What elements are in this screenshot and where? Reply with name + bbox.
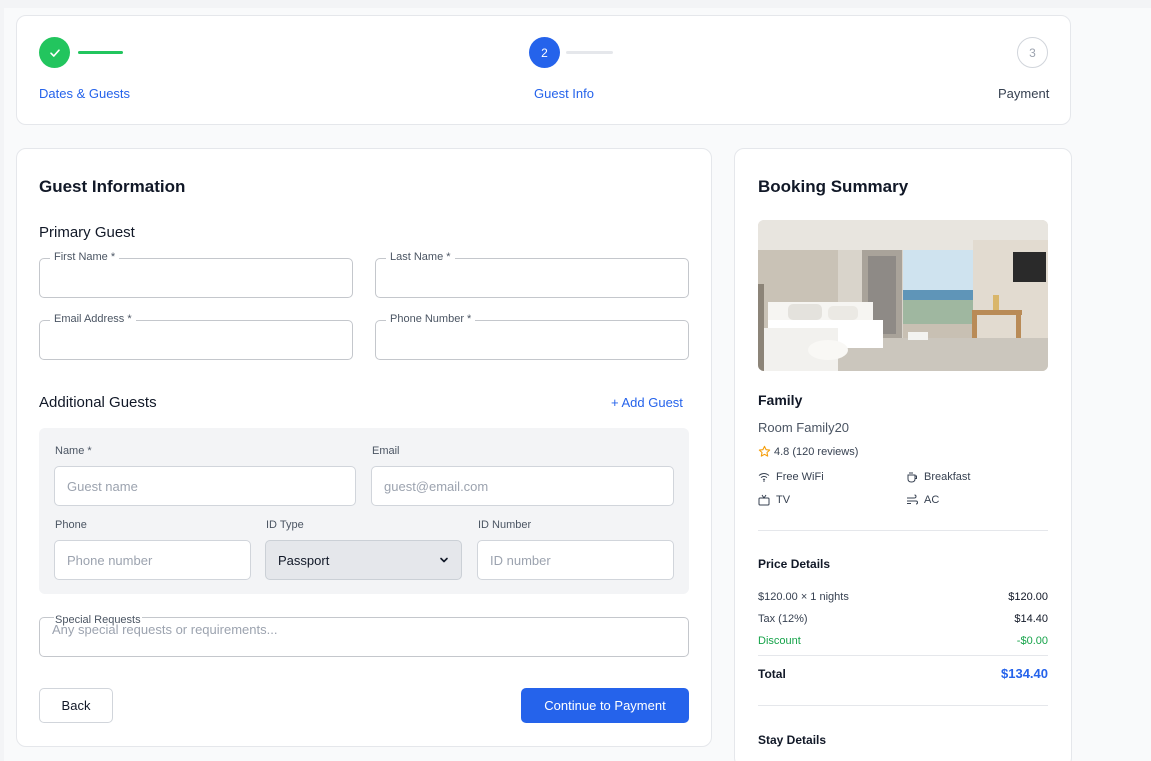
guest-email-label: Email [372, 445, 400, 457]
guest-email-input[interactable]: guest@email.com [371, 466, 674, 506]
step-1-complete[interactable] [39, 37, 70, 68]
step-2-marker[interactable]: 2 [529, 37, 560, 68]
amenity-tv-label: TV [776, 494, 791, 506]
price-details-title: Price Details [758, 557, 831, 571]
booking-summary-title: Booking Summary [758, 177, 909, 196]
guest-name-label: Name * [55, 445, 92, 457]
guest-name-input[interactable]: Guest name [54, 466, 356, 506]
room-type: Family [758, 392, 803, 408]
last-name-label: Last Name * [386, 251, 455, 263]
special-requests-placeholder: Any special requests or requirements... [52, 622, 278, 637]
amenity-ac-label: AC [924, 494, 940, 506]
chevron-down-icon [439, 555, 449, 565]
summary-divider [758, 530, 1048, 531]
back-button[interactable]: Back [39, 688, 113, 723]
first-name-field[interactable]: First Name * [39, 251, 353, 298]
id-type-value: Passport [278, 552, 330, 568]
total-value: $134.40 [1001, 666, 1048, 681]
total-label: Total [758, 667, 786, 681]
guest-info-title: Guest Information [39, 177, 186, 196]
email-label: Email Address * [50, 313, 136, 325]
guest-phone-label: Phone [55, 519, 87, 531]
rating-text: 4.8 (120 reviews) [774, 445, 859, 458]
add-guest-button[interactable]: + Add Guest [611, 395, 683, 410]
tv-icon [758, 494, 770, 506]
last-name-field[interactable]: Last Name * [375, 251, 689, 298]
nightly-rate-value: $120.00 [1008, 591, 1048, 603]
continue-to-payment-button[interactable]: Continue to Payment [521, 688, 689, 723]
guest-phone-input[interactable]: Phone number [54, 540, 251, 580]
room-photo [758, 220, 1048, 371]
phone-label: Phone Number * [386, 313, 476, 325]
step-2-label[interactable]: Guest Info [534, 86, 594, 101]
id-number-label: ID Number [478, 519, 532, 531]
wind-icon [906, 494, 918, 506]
amenity-tv: TV [758, 494, 790, 506]
amenity-breakfast: Breakfast [906, 471, 970, 483]
id-type-label: ID Type [266, 519, 304, 531]
step-1-label[interactable]: Dates & Guests [39, 86, 130, 101]
phone-field[interactable]: Phone Number * [375, 313, 689, 360]
primary-guest-title: Primary Guest [39, 224, 135, 241]
id-type-select[interactable]: Passport [265, 540, 462, 580]
amenity-breakfast-label: Breakfast [924, 471, 971, 483]
check-icon [49, 47, 61, 59]
total-divider [758, 655, 1048, 656]
wifi-icon [758, 472, 770, 482]
tax-value: $14.40 [1014, 613, 1048, 625]
coffee-icon [906, 471, 918, 483]
special-requests-textarea[interactable]: Special Requests Any special requests or… [39, 614, 689, 657]
amenity-wifi-label: Free WiFi [776, 471, 824, 483]
stay-divider [758, 705, 1048, 706]
id-number-input[interactable]: ID number [477, 540, 674, 580]
room-rating: 4.8 (120 reviews) [758, 445, 858, 458]
step-2-connector [566, 51, 613, 54]
step-3-label[interactable]: Payment [998, 86, 1049, 101]
booking-stepper [16, 15, 1071, 125]
amenity-wifi: Free WiFi [758, 471, 824, 483]
step-3-marker[interactable]: 3 [1017, 37, 1048, 68]
nightly-rate-label: $120.00 × 1 nights [758, 591, 849, 603]
step-1-connector [78, 51, 123, 54]
discount-label: Discount [758, 635, 801, 647]
email-field[interactable]: Email Address * [39, 313, 353, 360]
amenity-ac: AC [906, 494, 939, 506]
star-icon [758, 445, 771, 458]
discount-value: -$0.00 [1016, 635, 1048, 647]
room-name: Room Family20 [758, 420, 850, 435]
first-name-label: First Name * [50, 251, 120, 263]
tax-label: Tax (12%) [758, 613, 808, 625]
stay-details-title: Stay Details [758, 733, 827, 747]
additional-guests-title: Additional Guests [39, 394, 157, 411]
